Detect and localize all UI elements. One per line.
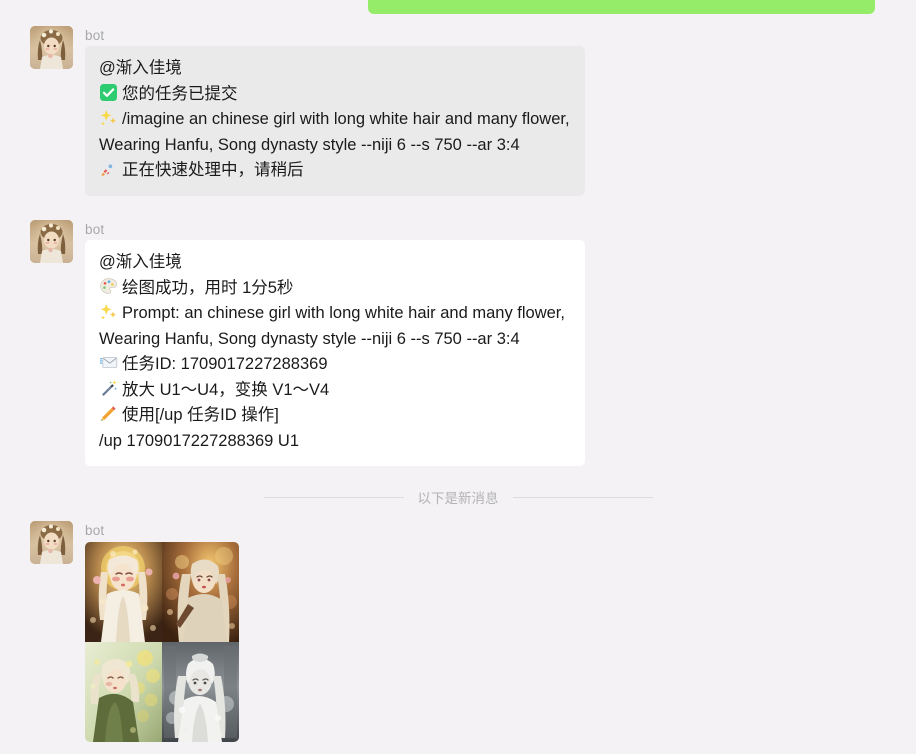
sparkles-emoji xyxy=(99,108,118,127)
sender-name: bot xyxy=(85,222,105,237)
command-text: /up 1709017227288369 U1 xyxy=(99,431,300,450)
message-line-actions: 放大 U1～U4，变换 V1～V4 xyxy=(99,378,571,404)
avatar[interactable] xyxy=(30,26,73,69)
outgoing-message-bubble[interactable] xyxy=(368,0,875,14)
message-line-mention: @渐入佳境 xyxy=(99,250,571,276)
mention-text: @渐入佳境 xyxy=(99,253,182,271)
artist-palette-emoji xyxy=(99,277,118,296)
message-line-command: /up 1709017227288369 U1 xyxy=(99,429,571,455)
generated-image-4[interactable] xyxy=(162,642,239,742)
e-mail-emoji xyxy=(99,353,118,372)
message-line-processing: 正在快速处理中，请稍后 xyxy=(99,158,571,184)
divider-line-left xyxy=(263,496,404,498)
anime-portrait-avatar-icon xyxy=(30,521,73,564)
processing-text: 正在快速处理中，请稍后 xyxy=(122,161,304,179)
outgoing-message-row xyxy=(0,0,916,16)
prompt-text: /imagine an chinese girl with long white… xyxy=(99,110,570,154)
divider-line-right xyxy=(512,496,653,498)
message-line-prompt: /imagine an chinese girl with long white… xyxy=(99,107,571,158)
generated-image-2[interactable] xyxy=(162,542,239,642)
mention-text: @渐入佳境 xyxy=(99,59,182,77)
prompt-text: Prompt: an chinese girl with long white … xyxy=(99,304,565,348)
message-line-prompt: Prompt: an chinese girl with long white … xyxy=(99,301,571,352)
pencil-emoji xyxy=(99,404,118,423)
rocket-emoji xyxy=(99,159,118,178)
actions-text: 放大 U1～U4，变换 V1～V4 xyxy=(122,380,330,399)
avatar[interactable] xyxy=(30,220,73,263)
check-mark-button-emoji xyxy=(99,83,118,102)
message-line-mention: @渐入佳境 xyxy=(99,56,571,82)
task-id-text: 任务ID: 1709017227288369 xyxy=(122,355,328,373)
divider-label: 以下是新消息 xyxy=(417,491,499,506)
message-bubble[interactable]: @渐入佳境 绘图成功，用时 1分5秒 Prompt: an chinese gi… xyxy=(85,240,585,466)
anime-portrait-avatar-icon xyxy=(30,220,73,263)
sender-name: bot xyxy=(85,523,105,538)
message-line-task-id: 任务ID: 1709017227288369 xyxy=(99,352,571,378)
generated-image-grid[interactable] xyxy=(85,542,239,742)
magic-wand-emoji xyxy=(99,379,118,398)
anime-portrait-avatar-icon xyxy=(30,26,73,69)
message-line-status: 您的任务已提交 xyxy=(99,82,571,108)
generated-image-3[interactable] xyxy=(85,642,162,742)
message-bubble[interactable]: @渐入佳境 您的任务已提交 /imagine an chinese girl w… xyxy=(85,46,585,196)
sparkles-emoji xyxy=(99,302,118,321)
message-line-usage: 使用[/up 任务ID 操作] xyxy=(99,403,571,429)
usage-text: 使用[/up 任务ID 操作] xyxy=(122,406,279,424)
sender-name: bot xyxy=(85,28,105,43)
generated-image-1[interactable] xyxy=(85,542,162,642)
avatar[interactable] xyxy=(30,521,73,564)
message-line-success: 绘图成功，用时 1分5秒 xyxy=(99,276,571,302)
success-text: 绘图成功，用时 1分5秒 xyxy=(122,278,294,297)
new-messages-divider: 以下是新消息 xyxy=(0,489,916,506)
status-text: 您的任务已提交 xyxy=(122,84,238,103)
